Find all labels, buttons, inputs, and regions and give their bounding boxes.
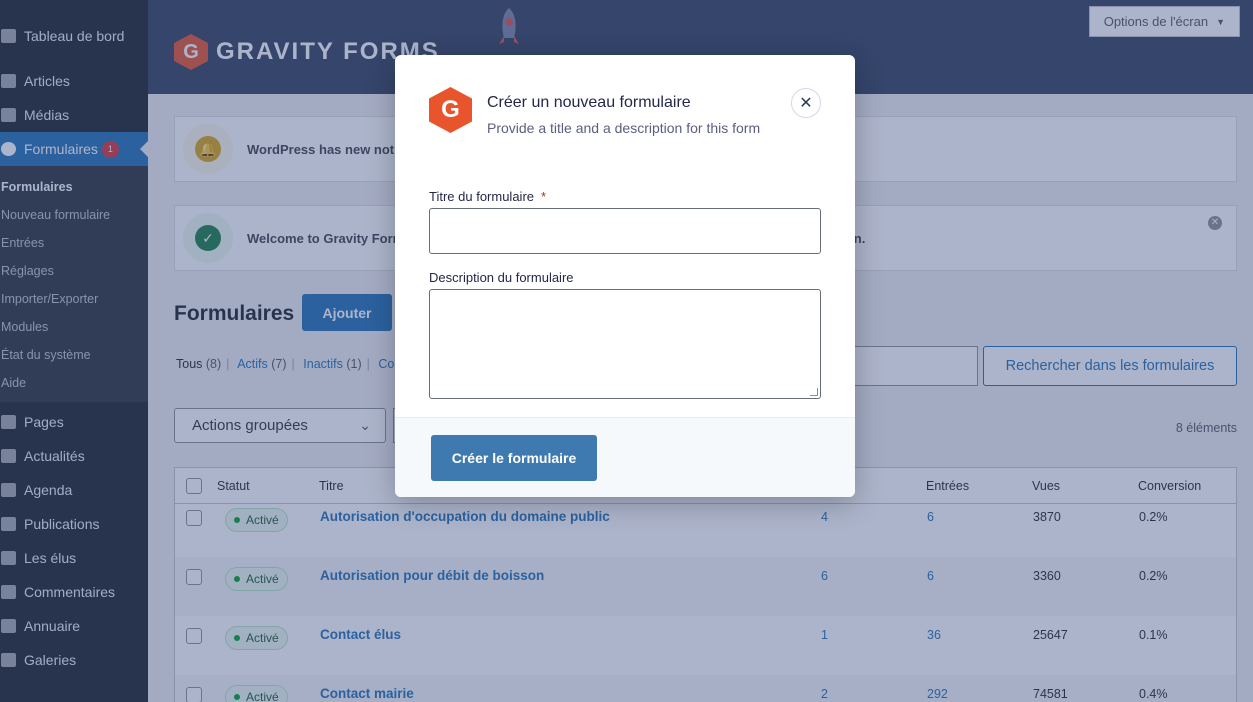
dialog-subtitle: Provide a title and a description for th… [487, 120, 761, 136]
close-button[interactable]: ✕ [791, 88, 821, 118]
gravity-forms-logo-icon: G [429, 87, 472, 133]
close-icon: ✕ [799, 95, 813, 112]
dialog-footer: Créer le formulaire [395, 417, 855, 497]
dialog-title: Créer un nouveau formulaire [487, 94, 691, 111]
form-title-label-text: Titre du formulaire [429, 189, 534, 204]
form-description-label: Description du formulaire [429, 270, 574, 285]
required-marker: * [541, 189, 547, 204]
create-form-dialog: G Créer un nouveau formulaire Provide a … [395, 55, 855, 497]
create-form-button[interactable]: Créer le formulaire [431, 435, 597, 481]
form-description-textarea[interactable] [429, 289, 821, 399]
form-title-input[interactable] [429, 208, 821, 254]
form-title-label: Titre du formulaire * [429, 189, 546, 204]
resize-handle-icon[interactable] [810, 388, 818, 396]
